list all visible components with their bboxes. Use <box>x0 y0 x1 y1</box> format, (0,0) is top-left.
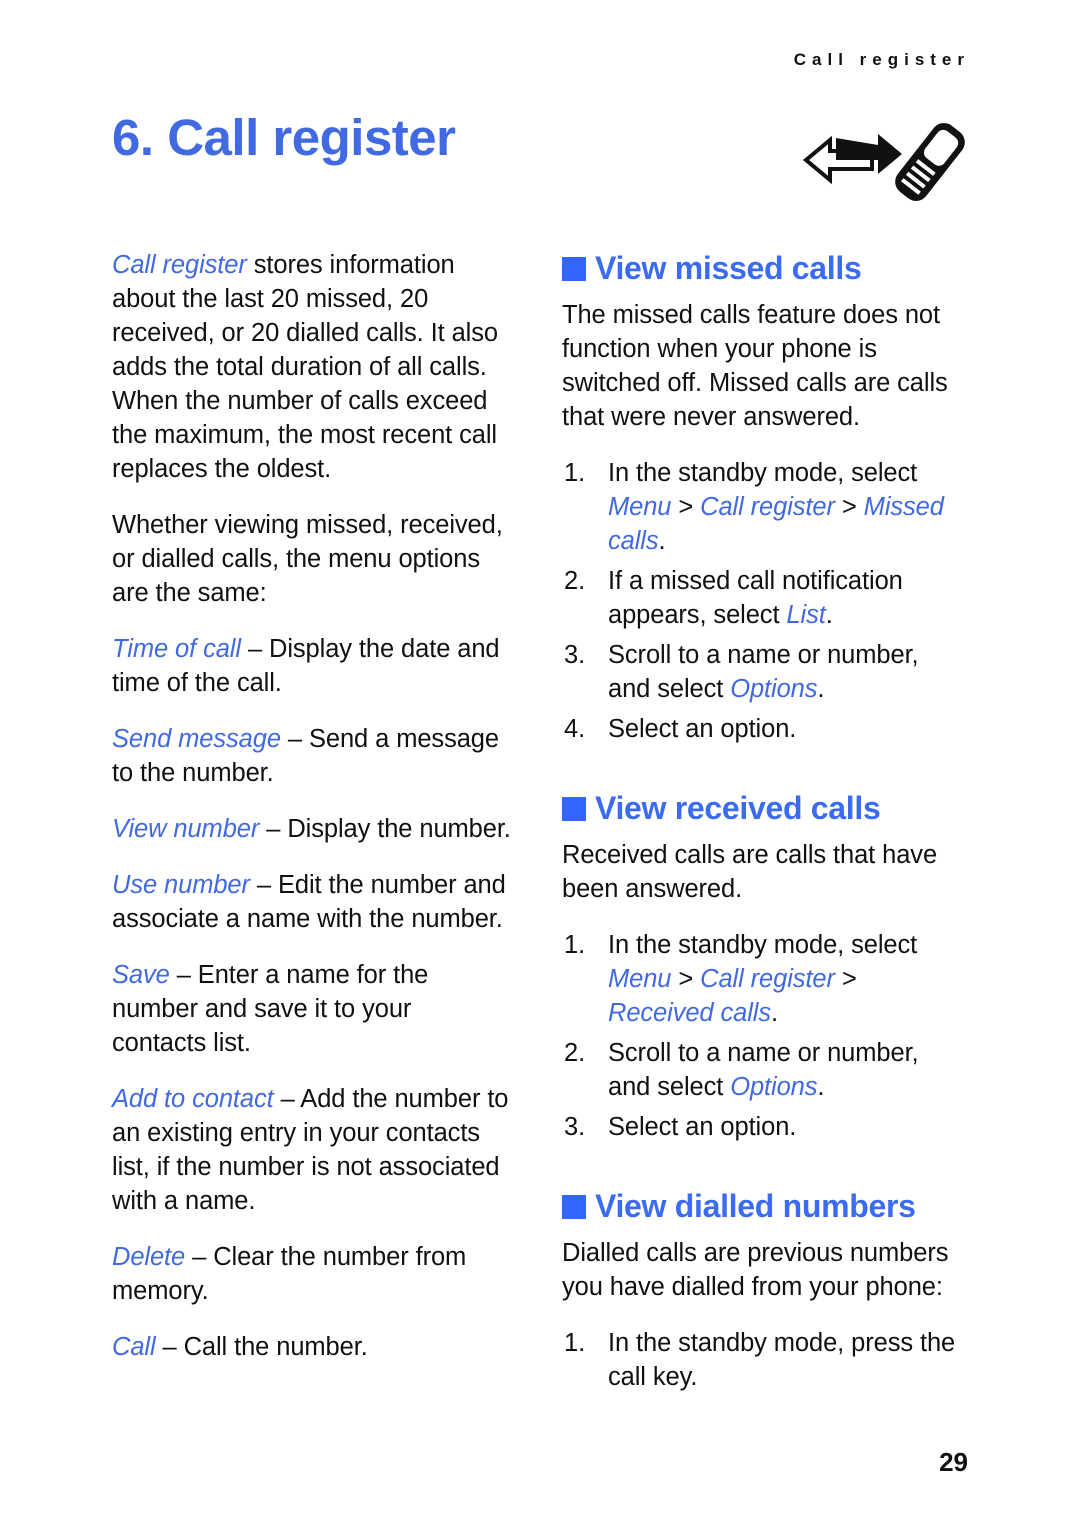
running-header: Call register <box>793 50 970 69</box>
step-text: In the standby mode, select <box>608 459 918 487</box>
ui-term: Menu <box>608 965 672 993</box>
section-heading-label: View received calls <box>595 790 881 826</box>
path-separator: > <box>671 965 701 993</box>
menu-options-intro: Whether viewing missed, received, or dia… <box>112 511 503 607</box>
step-text-end: . <box>771 999 779 1027</box>
menu-option-description: Call the number. <box>183 1333 368 1361</box>
step-text: In the standby mode, press the call key. <box>608 1329 956 1391</box>
step-text-end: . <box>817 1073 825 1101</box>
ui-term: Delete <box>112 1243 186 1271</box>
ui-term: Save <box>112 961 170 989</box>
ui-term: Time of call <box>112 635 241 663</box>
list-item: 3. Select an option. <box>562 1110 962 1144</box>
step-number: 2. <box>564 567 586 595</box>
dash: – <box>249 871 278 899</box>
ui-term: Received calls <box>608 999 772 1027</box>
list-item: 1. In the standby mode, press the call ke… <box>562 1326 962 1394</box>
dash: – <box>280 725 309 753</box>
menu-options-list: Time of call – Display the date and time… <box>112 632 512 1364</box>
page-number: 29 <box>939 1447 968 1477</box>
section-heading-view-dialled-numbers: View dialled numbers <box>562 1186 962 1226</box>
dialled-numbers-steps: 1. In the standby mode, press the call ke… <box>562 1326 962 1394</box>
section-heading-label: View dialled numbers <box>595 1188 916 1224</box>
ui-term-call-register: Call register <box>112 251 247 279</box>
path-separator: > <box>834 493 864 521</box>
menu-option-item: Time of call – Display the date and time… <box>112 632 512 700</box>
step-text: If a missed call notification appears, s… <box>608 567 903 629</box>
dash: – <box>273 1085 301 1113</box>
ui-term: Send message <box>112 725 281 753</box>
square-bullet-icon <box>562 257 586 281</box>
step-text: Select an option. <box>608 1113 797 1141</box>
ui-term: Call register <box>700 965 835 993</box>
list-item: 2. If a missed call notification appears,… <box>562 564 962 632</box>
ui-term: Menu <box>608 493 672 521</box>
received-calls-steps: 1. In the standby mode, select Menu > Cal… <box>562 928 962 1144</box>
ui-term: Options <box>730 1073 818 1101</box>
section-heading-label: View missed calls <box>595 250 862 286</box>
missed-calls-steps: 1. In the standby mode, select Menu > Cal… <box>562 456 962 746</box>
ui-term: Add to contact <box>112 1085 274 1113</box>
menu-option-item: Use number – Edit the number and associa… <box>112 868 512 936</box>
step-number: 2. <box>564 1039 586 1067</box>
received-calls-intro: Received calls are calls that have been … <box>562 841 938 903</box>
square-bullet-icon <box>562 1195 586 1219</box>
ui-term: List <box>786 601 826 629</box>
step-text-end: . <box>817 675 825 703</box>
menu-option-item: Send message – Send a message to the num… <box>112 722 512 790</box>
ui-term: Call register <box>700 493 835 521</box>
section-heading-view-missed-calls: View missed calls <box>562 248 962 288</box>
step-number: 3. <box>564 1113 586 1141</box>
step-text-end: . <box>825 601 833 629</box>
dash: – <box>259 815 288 843</box>
dash: – <box>155 1333 184 1361</box>
ui-term: Use number <box>112 871 250 899</box>
ui-term: Options <box>730 675 818 703</box>
menu-option-item: Call – Call the number. <box>112 1330 512 1364</box>
menu-option-description: Display the number. <box>287 815 511 843</box>
missed-calls-intro: The missed calls feature does not functi… <box>562 301 948 431</box>
dialled-numbers-intro: Dialled calls are previous numbers you h… <box>562 1239 949 1301</box>
dash: – <box>240 635 270 663</box>
list-item: 1. In the standby mode, select Menu > Cal… <box>562 928 962 1030</box>
step-number: 1. <box>564 459 586 487</box>
section-heading-view-received-calls: View received calls <box>562 788 962 828</box>
step-text-end: . <box>658 527 666 555</box>
ui-term: Call <box>112 1333 156 1361</box>
menu-option-item: Save – Enter a name for the number and s… <box>112 958 512 1060</box>
menu-option-item: Delete – Clear the number from memory. <box>112 1240 512 1308</box>
step-text: Select an option. <box>608 715 797 743</box>
right-column: View missed calls The missed calls featu… <box>562 248 962 1416</box>
list-item: 3. Scroll to a name or number, and select… <box>562 638 962 706</box>
page-body: Call register stores information about t… <box>112 248 972 1428</box>
list-item: 1. In the standby mode, select Menu > Cal… <box>562 456 962 558</box>
call-register-icon <box>800 112 970 212</box>
ui-term: View number <box>112 815 260 843</box>
intro-paragraph: Call register stores information about t… <box>112 248 512 486</box>
square-bullet-icon <box>562 797 586 821</box>
page-title: 6. Call register <box>112 109 456 166</box>
path-separator: > <box>834 965 857 993</box>
menu-option-item: Add to contact – Add the number to an ex… <box>112 1082 512 1218</box>
step-number: 1. <box>564 931 586 959</box>
list-item: 4. Select an option. <box>562 712 962 746</box>
step-text: In the standby mode, select <box>608 931 918 959</box>
step-number: 4. <box>564 715 586 743</box>
menu-option-item: View number – Display the number. <box>112 812 512 846</box>
list-item: 2. Scroll to a name or number, and select… <box>562 1036 962 1104</box>
step-number: 3. <box>564 641 586 669</box>
dash: – <box>169 961 198 989</box>
step-number: 1. <box>564 1329 586 1357</box>
intro-paragraph-text: stores information about the last 20 mis… <box>112 251 498 483</box>
dash: – <box>185 1243 214 1271</box>
left-column: Call register stores information about t… <box>112 248 512 1386</box>
path-separator: > <box>671 493 701 521</box>
